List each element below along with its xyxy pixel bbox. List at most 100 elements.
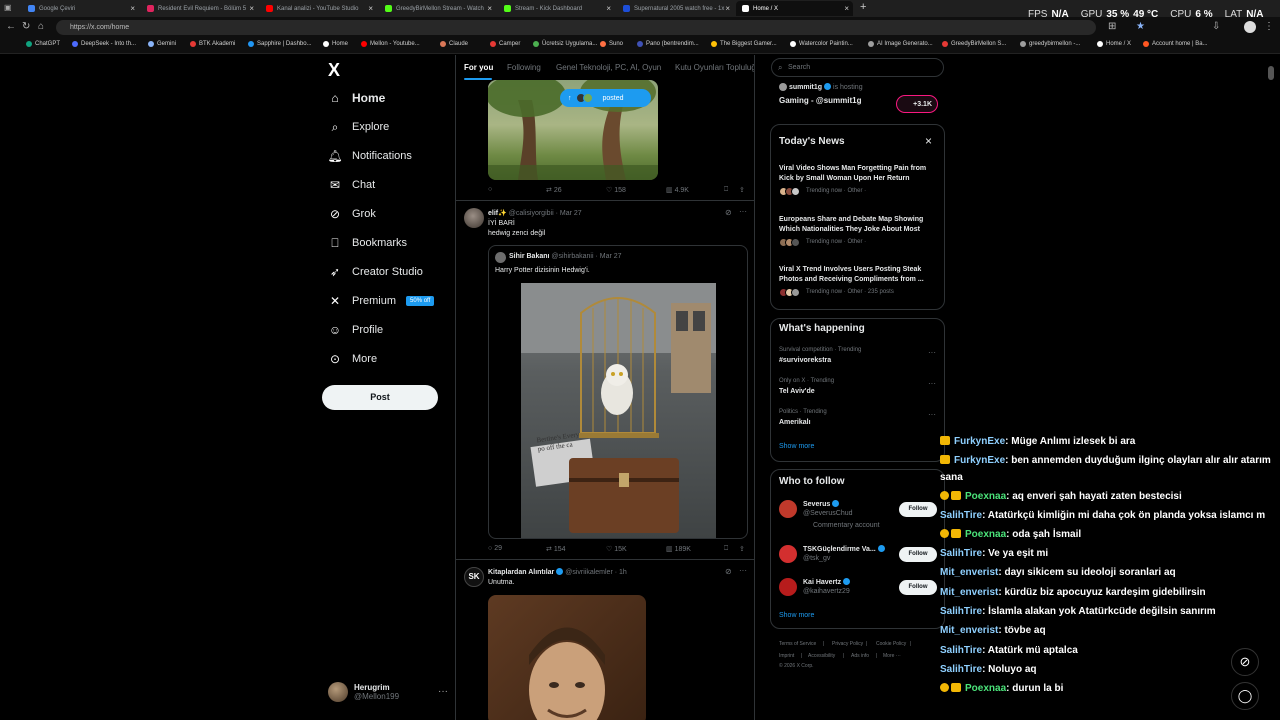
grok-icon[interactable]: ⊘ (725, 567, 732, 576)
post-image-portrait[interactable] (488, 595, 646, 720)
chat-username[interactable]: SalihTire (940, 645, 982, 656)
show-more-follow-link[interactable]: Show more (779, 612, 814, 619)
chat-fab-button[interactable]: ◯ (1231, 682, 1259, 710)
more-icon[interactable]: ··· (928, 410, 936, 419)
post-date[interactable]: · Mar 27 (556, 210, 582, 217)
bookmark-icon[interactable]: ⎕ (724, 545, 728, 553)
browser-tab[interactable]: GreedyBirMellon Stream - Watch × (379, 1, 496, 16)
back-icon[interactable]: ← (6, 21, 16, 32)
reply-button[interactable]: ○ 29 (488, 545, 502, 552)
post-button[interactable]: Post (322, 385, 438, 410)
nav-item-profile[interactable]: ☺ Profile (328, 322, 383, 338)
bookmark-item[interactable]: Home (323, 41, 348, 47)
chat-username[interactable]: Poexnaa (965, 683, 1006, 694)
browser-tab[interactable]: Kanal analizi - YouTube Studio × (260, 1, 377, 16)
like-button[interactable]: ♡ 158 (606, 186, 626, 194)
avatar[interactable] (464, 208, 484, 228)
tab-actions-icon[interactable]: ▣ (4, 3, 12, 12)
more-icon[interactable]: ··· (739, 566, 747, 575)
star-icon[interactable]: ★ (1136, 21, 1145, 32)
close-tab-icon[interactable]: × (487, 4, 492, 13)
more-icon[interactable]: ··· (739, 207, 747, 216)
author-handle[interactable]: @calisiyorgibii (509, 210, 554, 217)
close-tab-icon[interactable]: × (844, 4, 849, 13)
share-icon[interactable]: ⇪ (739, 545, 745, 553)
author-name[interactable]: elif✨ (488, 210, 507, 217)
nav-item-bookmarks[interactable]: ⎕ Bookmarks (328, 235, 407, 251)
suggested-account-name[interactable]: TSKGüçlendirme Va... (803, 545, 885, 553)
more-icon[interactable]: ··· (928, 379, 936, 388)
tab-community-tech[interactable]: Genel Teknoloji, PC, AI, Oyun (556, 63, 661, 72)
bookmark-item[interactable]: ChatGPT (26, 41, 60, 47)
footer-link[interactable]: © 2026 X Corp. (779, 663, 814, 669)
nav-item-home[interactable]: ⌂ Home (328, 90, 385, 106)
extension-icon[interactable]: ⊞ (1108, 21, 1116, 32)
nav-item-grok[interactable]: ⊘ Grok (328, 206, 376, 222)
search-input[interactable]: ⌕ Search (771, 58, 944, 77)
browser-tab[interactable]: Google Çeviri × (22, 1, 139, 16)
author-handle[interactable]: @sivriikalemler (565, 569, 613, 576)
bookmark-item[interactable]: greedybirmellon -... (1020, 41, 1080, 47)
bookmark-item[interactable]: Camper (490, 41, 520, 47)
tab-community-board-games[interactable]: Kutu Oyunları Topluluğ (675, 63, 754, 72)
nav-item-more[interactable]: ⊙ More (328, 351, 377, 367)
chat-username[interactable]: Mit_enverist (940, 625, 998, 636)
nav-item-explore[interactable]: ⌕ Explore (328, 119, 390, 135)
account-switcher[interactable]: Herugrim @Mellon199 ··· (328, 682, 448, 702)
reply-icon[interactable]: ○ (488, 186, 492, 193)
avatar[interactable]: SK (464, 567, 484, 587)
post-date[interactable]: · 1h (615, 569, 627, 576)
news-item-title[interactable]: Europeans Share and Debate Map Showing W… (779, 215, 941, 235)
footer-link[interactable]: Privacy Policy (832, 641, 863, 647)
new-posts-pill[interactable]: ↑ posted (560, 89, 651, 107)
bookmark-item[interactable]: Pano (bentrendim... (637, 41, 699, 47)
suggested-account-name[interactable]: Kai Havertz (803, 578, 851, 586)
hedwig-photo[interactable]: Bertine's Every po off the ca (521, 283, 716, 538)
bookmark-item[interactable]: Claude (440, 41, 468, 47)
nav-item-premium[interactable]: ✕ Premium 50% off (328, 293, 435, 309)
follow-button[interactable]: Follow (899, 502, 937, 517)
chat-username[interactable]: SalihTire (940, 606, 982, 617)
address-bar[interactable]: https://x.com/home (56, 20, 1096, 35)
views-button[interactable]: ▥ 189K (666, 545, 691, 553)
home-icon[interactable]: ⌂ (38, 21, 44, 32)
browser-tab[interactable]: Stream - Kick Dashboard × (498, 1, 615, 16)
bookmark-item[interactable]: Account home | Ba... (1143, 41, 1208, 47)
bookmark-item[interactable]: BTK Akademi (190, 41, 235, 47)
new-tab-button[interactable]: + (860, 1, 866, 13)
nav-item-chat[interactable]: ✉ Chat (328, 177, 375, 193)
grok-fab-button[interactable]: ⊘ (1231, 648, 1259, 676)
chat-username[interactable]: Poexnaa (965, 529, 1006, 540)
bookmark-item[interactable]: Home / X (1097, 41, 1131, 47)
live-title[interactable]: Gaming - @summit1g (779, 96, 861, 105)
suggested-account-name[interactable]: Severus (803, 500, 840, 508)
tab-for-you[interactable]: For you (464, 63, 493, 72)
bookmark-item[interactable]: Mellon - Youtube... (361, 41, 420, 47)
close-tab-icon[interactable]: × (725, 4, 730, 13)
follow-button[interactable]: Follow (899, 580, 937, 595)
bookmark-item[interactable]: Gemini (148, 41, 176, 47)
bookmark-item[interactable]: DeepSeek - Into th... (72, 41, 136, 47)
profile-avatar[interactable] (1244, 21, 1256, 33)
browser-tab[interactable]: Resident Evil Requiem - Bölüm 5 × (141, 1, 258, 16)
more-icon[interactable]: ··· (928, 348, 936, 357)
footer-link[interactable]: More ··· (883, 653, 901, 659)
chat-username[interactable]: FurkynExe (954, 455, 1005, 466)
views-button[interactable]: ▥ 4.9K (666, 186, 689, 194)
live-host[interactable]: summit1g is hosting (789, 83, 863, 91)
grok-icon[interactable]: ⊘ (725, 208, 732, 217)
bookmark-item[interactable]: Suno (600, 41, 623, 47)
footer-link[interactable]: Cookie Policy (876, 641, 906, 647)
close-tab-icon[interactable]: × (130, 4, 135, 13)
news-item-title[interactable]: Viral X Trend Involves Users Posting Ste… (779, 265, 941, 285)
footer-link[interactable]: Imprint (779, 653, 794, 659)
nav-item-notifications[interactable]: 🔔︎ Notifications (327, 148, 412, 164)
bookmark-item[interactable]: AI Image Generato... (868, 41, 933, 47)
bookmark-item[interactable]: Ücretsiz Uygulama... (533, 41, 597, 47)
page-scrollbar[interactable] (1267, 58, 1275, 718)
close-tab-icon[interactable]: × (606, 4, 611, 13)
follow-button[interactable]: Follow (899, 547, 937, 562)
chat-username[interactable]: Mit_enverist (940, 567, 998, 578)
nav-item-creator-studio[interactable]: ➶ Creator Studio (328, 264, 423, 280)
chat-username[interactable]: FurkynExe (954, 436, 1005, 447)
